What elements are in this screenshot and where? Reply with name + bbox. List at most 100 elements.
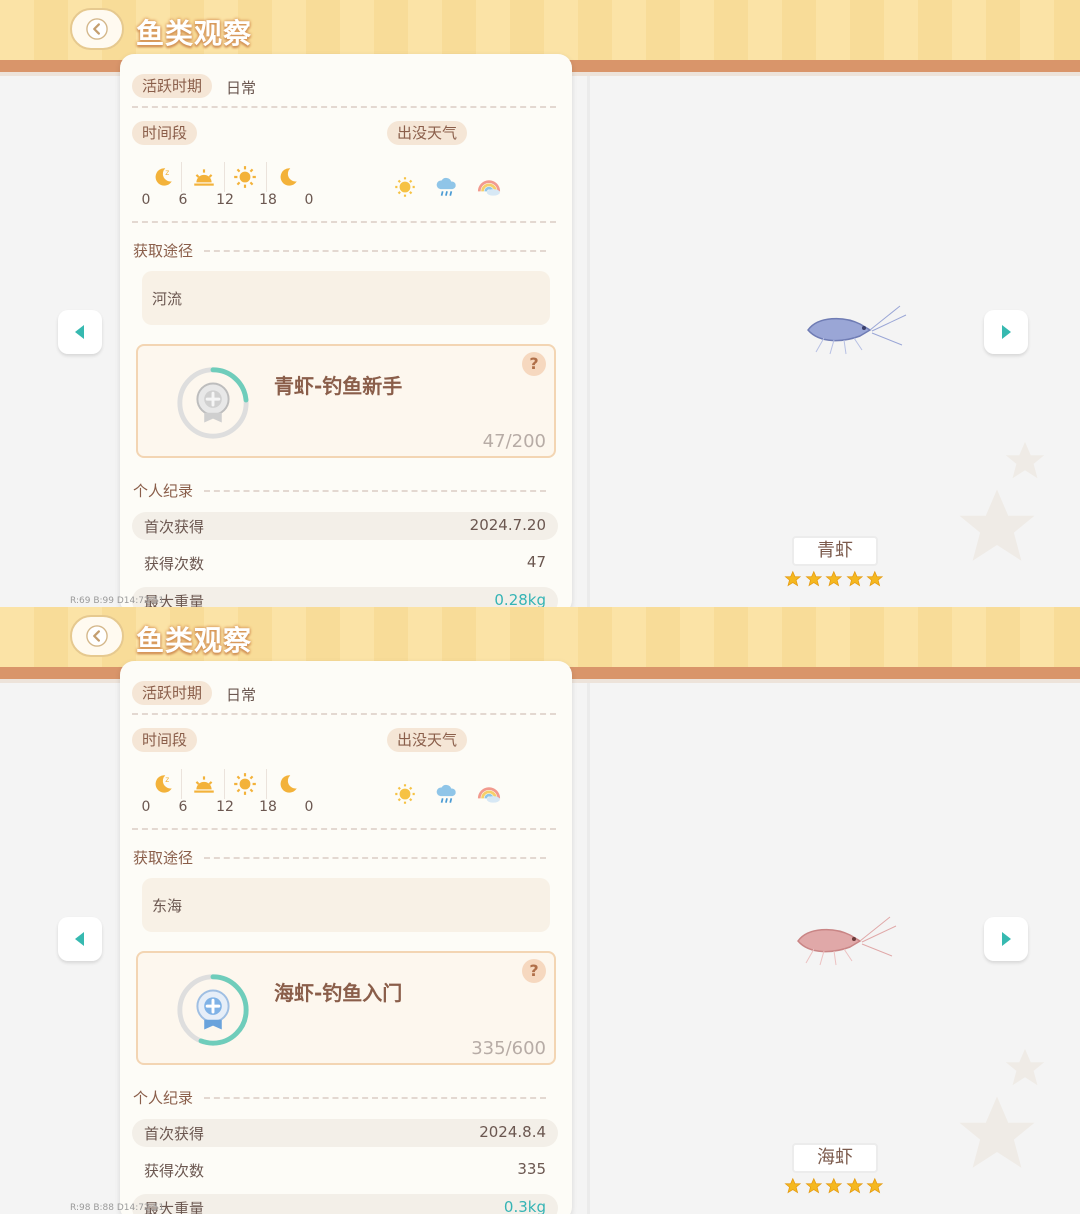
star-icon [784,1177,802,1194]
records-label: 个人纪录 [133,1089,194,1107]
timeline-tick: 18 [259,192,277,208]
timeline-tick: 0 [141,192,151,208]
divider [132,713,556,715]
crescent-moon-icon [280,168,297,186]
page-title: 鱼类观察 [136,624,253,657]
timeline-separator [224,769,225,799]
achievement-progress: 47/200 [482,431,546,452]
arrow-right-icon [1002,325,1011,339]
sun-icon [234,166,256,188]
record-label: 首次获得 [144,1125,205,1143]
divider [204,490,546,492]
timeline-tick: 6 [178,192,188,208]
star-icon [866,570,884,587]
sun-icon [234,773,256,795]
star-icon [784,570,802,587]
arrow-left-icon [75,932,84,946]
achievement-card[interactable]: 青虾-钓鱼新手 ? 47/200 [136,344,556,458]
active-period-value: 日常 [226,686,257,704]
timeline-tick: 0 [304,192,314,208]
divider [204,857,546,859]
source-value: 河流 [152,290,183,308]
background-star-icon [1005,1048,1045,1086]
background-star-icon [959,489,1035,561]
star-icon [846,570,863,587]
chevron-left-icon [86,18,108,40]
page-divider [587,76,590,607]
help-icon[interactable]: ? [522,352,546,376]
arrow-right-icon [1002,932,1011,946]
source-box: 河流 [142,271,550,325]
time-range-label: 时间段 [132,121,198,145]
fish-name-plate: 青虾 [792,536,878,566]
records-label: 个人纪录 [133,482,194,500]
source-box: 东海 [142,878,550,932]
prev-fish-button[interactable] [58,310,102,354]
fish-observation-screen-2: 鱼类观察 活跃时期 日常 时间段 出没天气 z 0 6 12 18 0 获取途径… [0,607,1080,1214]
record-value: 2024.8.4 [479,1123,546,1141]
sunny-icon [395,177,415,197]
rating-stars [784,570,884,588]
medal-progress-icon [177,974,249,1046]
weather-label: 出没天气 [387,728,468,752]
timeline-separator [181,162,182,192]
timeline-tick: 6 [178,799,188,815]
medal-progress-icon [177,367,249,439]
info-panel: 活跃时期 日常 时间段 出没天气 z 0 6 12 18 0 获取途径 东海 海… [120,661,572,1214]
fish-observation-screen-1: 鱼类观察 活跃时期 日常 时间段 出没天气 z 0 6 12 18 0 获取途径… [0,0,1080,607]
divider [132,221,556,223]
weather-label: 出没天气 [387,121,468,145]
svg-text:z: z [165,168,169,177]
record-row-obtain-count: 获得次数 335 [132,1156,558,1184]
page-title: 鱼类观察 [136,17,253,50]
debug-readout: R:69 B:99 D14:72:51 [70,596,165,606]
star-icon [866,1177,884,1194]
help-icon[interactable]: ? [522,959,546,983]
info-panel: 活跃时期 日常 时间段 出没天气 z 0 6 12 18 0 获取途径 河流 青… [120,54,572,607]
svg-text:z: z [165,775,169,784]
chevron-left-icon [86,625,108,647]
timeline-separator [181,769,182,799]
active-period-value: 日常 [226,79,257,97]
active-period-label: 活跃时期 [132,681,213,705]
record-row-first-obtained: 首次获得 2024.7.20 [132,512,558,540]
star-icon [805,570,822,587]
background-star-icon [959,1096,1035,1168]
star-icon [805,1177,822,1194]
moon-icon: z [155,775,172,793]
source-label: 获取途径 [133,242,194,260]
timeline-tick: 12 [216,799,234,815]
moon-icon: z [155,168,172,186]
star-icon [825,570,843,587]
divider [132,828,556,830]
record-value: 335 [517,1160,546,1178]
record-row-first-obtained: 首次获得 2024.8.4 [132,1119,558,1147]
source-label: 获取途径 [133,849,194,867]
divider [204,250,546,252]
prev-fish-button[interactable] [58,917,102,961]
record-label: 首次获得 [144,518,205,536]
debug-readout: R:98 B:88 D14:72:51 [70,1203,165,1213]
record-row-max-weight: 最大重量 0.28kg [132,587,558,607]
fish-name-plate: 海虾 [792,1143,878,1173]
back-button[interactable] [70,615,124,657]
divider [132,106,556,108]
star-icon [846,1177,863,1194]
crescent-moon-icon [280,775,297,793]
rain-icon [436,784,456,803]
record-value: 0.3kg [503,1198,546,1214]
active-period-label: 活跃时期 [132,74,213,98]
achievement-card[interactable]: 海虾-钓鱼入门 ? 335/600 [136,951,556,1065]
divider [204,1097,546,1099]
record-label: 获得次数 [144,1162,205,1180]
shrimp-image [797,916,897,966]
shrimp-image [807,305,907,355]
timeline-separator [224,162,225,192]
page-divider [587,683,590,1214]
back-button[interactable] [70,8,124,50]
sunny-icon [395,784,415,804]
next-fish-button[interactable] [984,917,1028,961]
next-fish-button[interactable] [984,310,1028,354]
record-value: 47 [526,553,546,571]
timeline-tick: 0 [141,799,151,815]
